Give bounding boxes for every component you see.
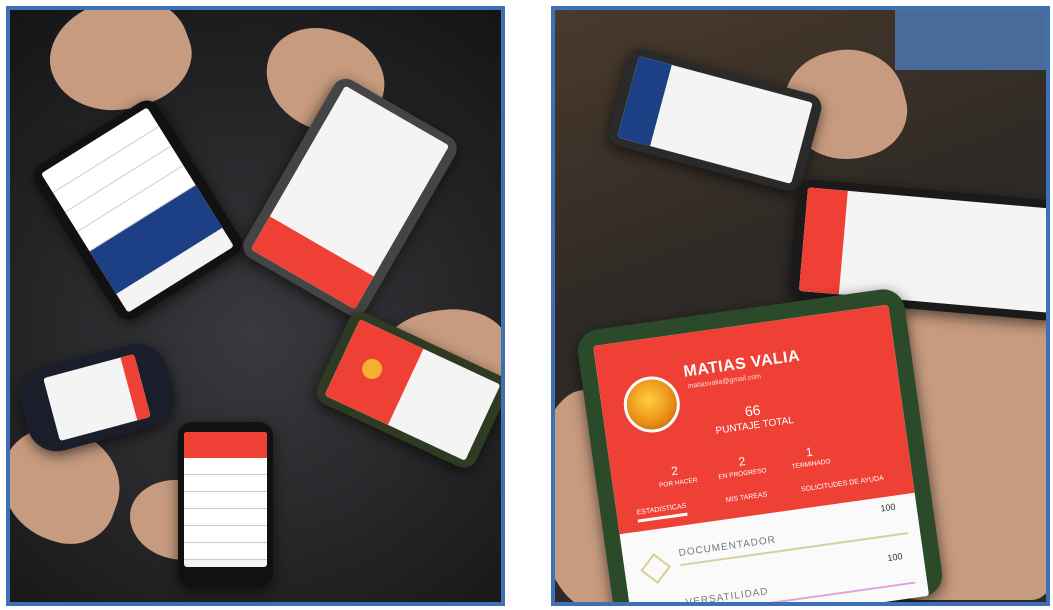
phone-main-profile: MATIAS VALIA matiasvalia@gmail.com 66 PU…: [575, 286, 945, 606]
shirt: [895, 10, 1046, 70]
phone-screen: [798, 187, 1046, 313]
phone-screen: [43, 353, 151, 442]
phone-stats: [178, 422, 273, 587]
profile-header: MATIAS VALIA matiasvalia@gmail.com 66 PU…: [593, 304, 915, 535]
skill-name: VERSATILIDAD: [685, 586, 770, 606]
phone-screen: [184, 432, 267, 567]
tab-mis-tareas[interactable]: MIS TAREAS: [725, 491, 767, 504]
stat-done-value: 1: [805, 444, 814, 460]
tab-solicitudes[interactable]: SOLICITUDES DE AYUDA: [801, 475, 885, 494]
skill-value: 100: [886, 551, 904, 564]
skill-value: 100: [879, 501, 897, 514]
stat-progress-label: EN PROGRESO: [718, 467, 768, 481]
right-photo: MATIAS VALIA matiasvalia@gmail.com 66 PU…: [551, 6, 1050, 606]
stat-progress-value: 2: [737, 454, 747, 469]
phone-screen: MATIAS VALIA matiasvalia@gmail.com 66 PU…: [593, 304, 930, 606]
tab-estadisticas[interactable]: ESTADISTICAS: [636, 502, 688, 523]
left-photo: [6, 6, 505, 606]
stat-todo-value: 2: [670, 463, 679, 479]
skill-name: DOCUMENTADOR: [678, 534, 777, 560]
documentador-icon: [640, 553, 672, 584]
stat-todo-label: POR HACER: [658, 476, 698, 490]
stat-done-label: TERMINADO: [791, 458, 831, 471]
